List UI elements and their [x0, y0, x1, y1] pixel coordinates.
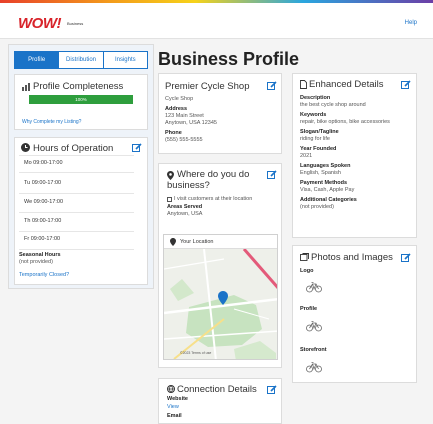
description-value: the best cycle shop around [300, 102, 366, 108]
bicycle-icon[interactable] [306, 361, 322, 373]
divider [19, 231, 134, 232]
slogan-value: riding for life [300, 136, 330, 142]
logo-photo-label: Logo [300, 268, 314, 274]
service-area-card: Where do you do business? I visit custom… [158, 163, 282, 368]
description-label: Description [300, 95, 331, 101]
address-label: Address [165, 106, 188, 112]
completeness-percent: 100% [75, 97, 87, 102]
divider [19, 155, 134, 156]
divider [19, 172, 134, 173]
map-attribution: ©2023 Terms of use [180, 351, 212, 355]
connection-details-card: Connection Details Website View Email [158, 378, 282, 424]
connection-title: Connection Details [177, 384, 257, 395]
year-founded-label: Year Founded [300, 146, 337, 152]
tab-profile[interactable]: Profile [14, 51, 60, 69]
bicycle-icon[interactable] [306, 281, 322, 293]
business-name: Premier Cycle Shop [165, 81, 250, 92]
phone-value: (555) 555-5555 [165, 137, 203, 143]
help-link[interactable]: Help [405, 20, 417, 26]
service-area-title-line-2: business? [167, 180, 210, 191]
edit-photos-icon[interactable] [401, 253, 411, 263]
areas-served-label: Areas Served [167, 204, 203, 210]
location-marker-icon [218, 291, 228, 305]
edit-hours-icon[interactable] [132, 143, 142, 153]
hours-card: Hours of Operation Mo 09:00-17:00 Tu 09:… [14, 137, 148, 285]
completeness-bar: 100% [29, 95, 133, 104]
payment-methods-label: Payment Methods [300, 180, 348, 186]
divider [19, 212, 134, 213]
languages-value: English, Spanish [300, 170, 341, 176]
temporarily-closed-link[interactable]: Temporarily Closed? [19, 272, 69, 278]
hours-title: Hours of Operation [33, 143, 114, 154]
hours-row-friday: Fr 09:00-17:00 [24, 236, 61, 242]
tab-distribution[interactable]: Distribution [59, 51, 104, 69]
map-pin-icon [170, 238, 176, 246]
images-icon [300, 253, 309, 261]
why-complete-link[interactable]: Why Complete my Listing? [22, 119, 81, 125]
photos-card: Photos and Images Logo Profile Storefron… [292, 245, 417, 383]
profile-completeness-card: Profile Completeness 100% Why Complete m… [14, 74, 148, 130]
website-label: Website [167, 396, 188, 402]
divider [19, 249, 134, 250]
payment-methods-value: Visa, Cash, Apple Pay [300, 187, 355, 193]
storefront-photo-label: Storefront [300, 347, 327, 353]
clock-icon [21, 143, 30, 152]
document-icon [300, 80, 307, 89]
brand-logo[interactable]: WOW! [18, 15, 61, 32]
globe-icon [167, 385, 175, 393]
edit-service-area-icon[interactable] [267, 170, 277, 180]
page-title: Business Profile [158, 49, 300, 69]
map-header: Your Location [164, 235, 277, 249]
app-header: WOW! Business Help [0, 3, 433, 39]
business-category: Cycle Shop [165, 96, 194, 102]
additional-categories-label: Additional Categories [300, 197, 357, 203]
additional-categories-value: (not provided) [300, 204, 334, 210]
profile-photo-label: Profile [300, 306, 318, 312]
profile-tabs: Profile Distribution Insights [14, 51, 148, 69]
hours-row-monday: Mo 09:00-17:00 [24, 160, 63, 166]
edit-enhanced-icon[interactable] [401, 80, 411, 90]
hours-row-thursday: Th 09:00-17:00 [24, 218, 62, 224]
divider [19, 193, 134, 194]
completeness-track: 100% [29, 95, 133, 104]
business-info-card: Premier Cycle Shop Cycle Shop Address 12… [158, 73, 282, 154]
photos-title: Photos and Images [311, 252, 393, 263]
address-line-2: Anytown, USA 12345 [165, 120, 217, 126]
enhanced-details-card: Enhanced Details Description the best cy… [292, 73, 417, 238]
visit-customers-checkbox[interactable] [167, 197, 172, 202]
email-label: Email [167, 413, 182, 419]
brand-logo-subtitle: Business [67, 21, 84, 26]
seasonal-hours-label: Seasonal Hours [19, 252, 61, 258]
hours-row-wednesday: We 09:00-17:00 [24, 199, 64, 205]
languages-label: Languages Spoken [300, 163, 351, 169]
slogan-label: Slogan/Tagline [300, 129, 339, 135]
address-line-1: 123 Main Street [165, 113, 204, 119]
chart-icon [22, 83, 30, 91]
areas-served-value: Anytown, USA [167, 211, 203, 217]
bicycle-icon[interactable] [306, 320, 322, 332]
completeness-title: Profile Completeness [33, 81, 124, 92]
edit-business-icon[interactable] [267, 81, 277, 91]
keywords-value: repair, bike options, bike accessories [300, 119, 390, 125]
tab-insights[interactable]: Insights [103, 51, 148, 69]
location-pin-icon [167, 171, 174, 180]
visit-customers-label: I visit customers at their location [174, 196, 253, 202]
location-map[interactable]: Your Location ©2023 Terms of use [163, 234, 278, 360]
hours-row-tuesday: Tu 09:00-17:00 [24, 180, 62, 186]
website-view-link[interactable]: View [167, 404, 179, 410]
seasonal-hours-value: (not provided) [19, 259, 53, 265]
keywords-label: Keywords [300, 112, 327, 118]
enhanced-title: Enhanced Details [309, 79, 384, 90]
year-founded-value: 2021 [300, 153, 313, 159]
service-area-title-line-1: Where do you do [177, 169, 250, 180]
map-title: Your Location [180, 239, 214, 245]
phone-label: Phone [165, 130, 182, 136]
edit-connection-icon[interactable] [267, 385, 277, 395]
